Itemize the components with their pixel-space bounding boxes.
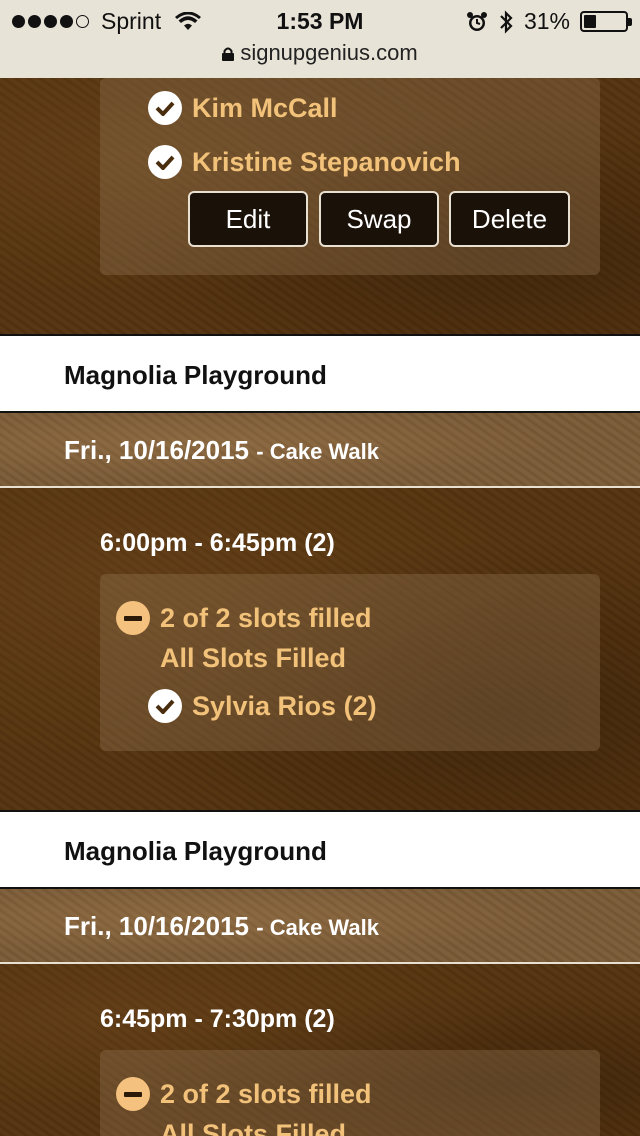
event-name: - Cake Walk [256, 439, 379, 464]
slots-status-row[interactable]: 2 of 2 slots filled [116, 601, 372, 635]
status-bar: Sprint 1:53 PM 31% signupgenius.com [0, 0, 640, 78]
location-header: Magnolia Playground [0, 810, 640, 889]
location-title: Magnolia Playground [64, 836, 327, 866]
event-date: Fri., 10/16/2015 [64, 435, 250, 465]
date-header: Fri., 10/16/2015 - Cake Walk [0, 889, 640, 963]
date-row: Fri., 10/16/2015 - Cake Walk [64, 435, 379, 466]
edit-button[interactable]: Edit [188, 191, 308, 247]
event-name: - Cake Walk [256, 915, 379, 940]
date-row: Fri., 10/16/2015 - Cake Walk [64, 911, 379, 942]
battery-percent: 31% [523, 8, 570, 34]
location-header: Magnolia Playground [0, 334, 640, 413]
volunteer-row: Sylvia Rios (2) [148, 689, 377, 723]
minus-circle-icon[interactable] [116, 1077, 150, 1111]
time-slot-label: 6:00pm - 6:45pm (2) [100, 529, 335, 557]
all-slots-filled-label: All Slots Filled [160, 1119, 347, 1136]
volunteer-row: Kim McCall [148, 91, 338, 125]
address-bar[interactable]: signupgenius.com [0, 40, 640, 66]
check-circle-icon [148, 145, 182, 179]
url-text: signupgenius.com [240, 40, 418, 65]
slots-status-row[interactable]: 2 of 2 slots filled [116, 1077, 372, 1111]
minus-circle-icon[interactable] [116, 601, 150, 635]
bluetooth-icon [500, 9, 513, 34]
volunteer-name: Kristine Stepanovich [192, 146, 461, 177]
check-circle-icon [148, 689, 182, 723]
time-slot-label: 6:45pm - 7:30pm (2) [100, 1005, 335, 1033]
date-header: Fri., 10/16/2015 - Cake Walk [0, 413, 640, 487]
check-circle-icon [148, 91, 182, 125]
volunteer-name: Sylvia Rios (2) [192, 690, 377, 721]
delete-button[interactable]: Delete [449, 191, 570, 247]
alarm-icon [466, 11, 487, 31]
location-title: Magnolia Playground [64, 360, 327, 390]
volunteer-row: Kristine Stepanovich [148, 145, 461, 179]
battery-icon [580, 11, 632, 32]
event-date: Fri., 10/16/2015 [64, 911, 250, 941]
slots-filled-text: 2 of 2 slots filled [160, 1078, 372, 1109]
lock-icon [222, 47, 235, 61]
volunteer-name: Kim McCall [192, 92, 338, 123]
slots-filled-text: 2 of 2 slots filled [160, 602, 372, 633]
swap-button[interactable]: Swap [319, 191, 439, 247]
all-slots-filled-label: All Slots Filled [160, 643, 347, 673]
